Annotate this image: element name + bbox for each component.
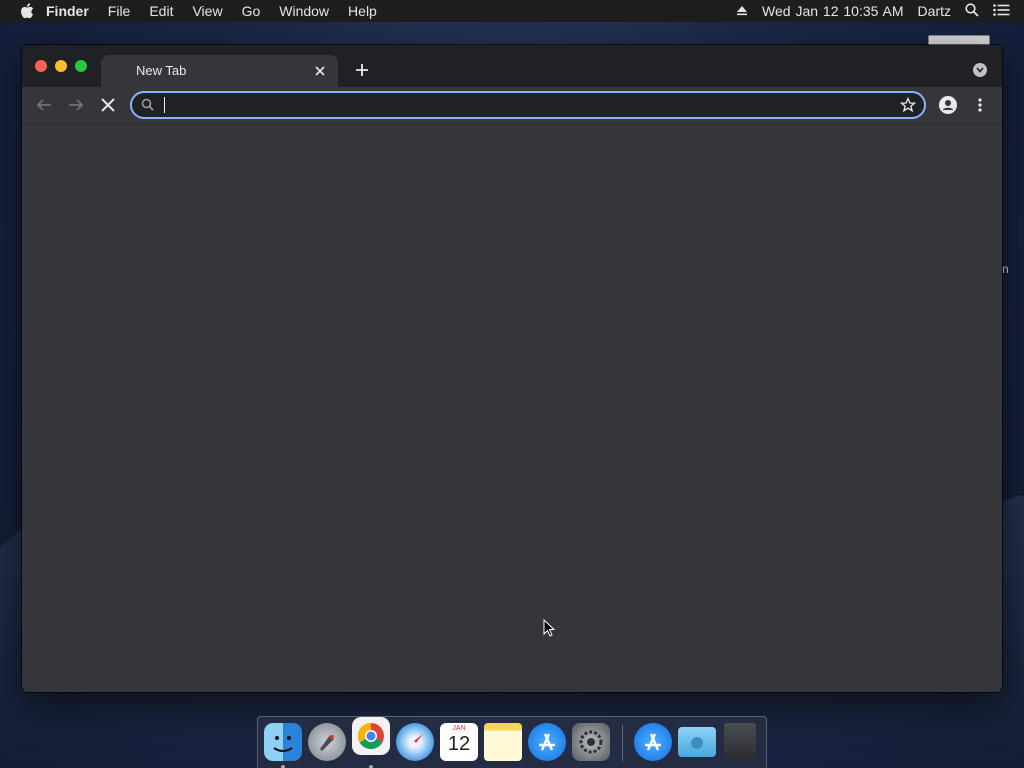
browser-window: New Tab	[22, 45, 1002, 692]
notification-center-icon[interactable]	[993, 3, 1010, 19]
text-caret	[164, 97, 165, 113]
launchpad-icon[interactable]	[308, 723, 346, 761]
menu-file[interactable]: File	[108, 3, 131, 19]
menu-help[interactable]: Help	[348, 3, 377, 19]
calendar-day: 12	[447, 733, 471, 755]
profile-avatar-icon[interactable]	[938, 95, 958, 115]
page-content[interactable]	[22, 123, 1002, 692]
menubar-clock[interactable]: Wed Jan 12 10:35 AM	[762, 3, 904, 19]
tab-new-tab[interactable]: New Tab	[101, 55, 338, 87]
menubar-user[interactable]: Dartz	[918, 3, 951, 19]
close-window-button[interactable]	[35, 60, 47, 72]
desktop-item-label[interactable]: n	[1002, 262, 1009, 276]
address-input[interactable]	[164, 95, 864, 115]
calendar-icon[interactable]: JAN 12	[440, 723, 478, 761]
back-arrow-icon[interactable]	[34, 95, 54, 115]
menu-window[interactable]: Window	[279, 3, 329, 19]
chrome-icon[interactable]	[352, 717, 390, 755]
dock: JAN 12	[257, 716, 767, 768]
eject-icon[interactable]	[736, 3, 748, 19]
tab-search-icon[interactable]	[973, 63, 987, 77]
more-menu-icon[interactable]	[970, 95, 990, 115]
search-icon	[141, 98, 155, 112]
applications-folder-icon[interactable]	[634, 723, 672, 761]
address-bar[interactable]	[130, 91, 926, 119]
tab-close-icon[interactable]	[312, 63, 328, 79]
bookmark-star-icon[interactable]	[899, 96, 917, 113]
browser-toolbar	[22, 87, 1002, 123]
menu-go[interactable]: Go	[242, 3, 261, 19]
mouse-cursor-icon	[543, 618, 556, 637]
menu-view[interactable]: View	[192, 3, 222, 19]
menu-bar: Finder File Edit View Go Window Help Wed…	[0, 0, 1024, 22]
menu-edit[interactable]: Edit	[149, 3, 173, 19]
minimize-window-button[interactable]	[55, 60, 67, 72]
stop-loading-icon[interactable]	[98, 95, 118, 115]
forward-arrow-icon[interactable]	[66, 95, 86, 115]
dock-separator	[622, 725, 623, 761]
new-tab-plus-icon[interactable]	[352, 60, 372, 80]
safari-icon[interactable]	[396, 723, 434, 761]
zoom-window-button[interactable]	[75, 60, 87, 72]
apple-menu-icon[interactable]	[20, 3, 34, 19]
notes-icon[interactable]	[484, 723, 522, 761]
finder-icon[interactable]	[264, 723, 302, 761]
menu-app-name[interactable]: Finder	[46, 3, 89, 19]
tab-strip: New Tab	[22, 45, 1002, 87]
app-store-icon[interactable]	[528, 723, 566, 761]
tab-title: New Tab	[136, 63, 187, 78]
calendar-month: JAN	[452, 725, 466, 732]
trash-icon[interactable]	[724, 723, 756, 761]
spotlight-search-icon[interactable]	[965, 2, 979, 20]
system-preferences-icon[interactable]	[572, 723, 610, 761]
downloads-folder-icon[interactable]	[678, 727, 716, 757]
